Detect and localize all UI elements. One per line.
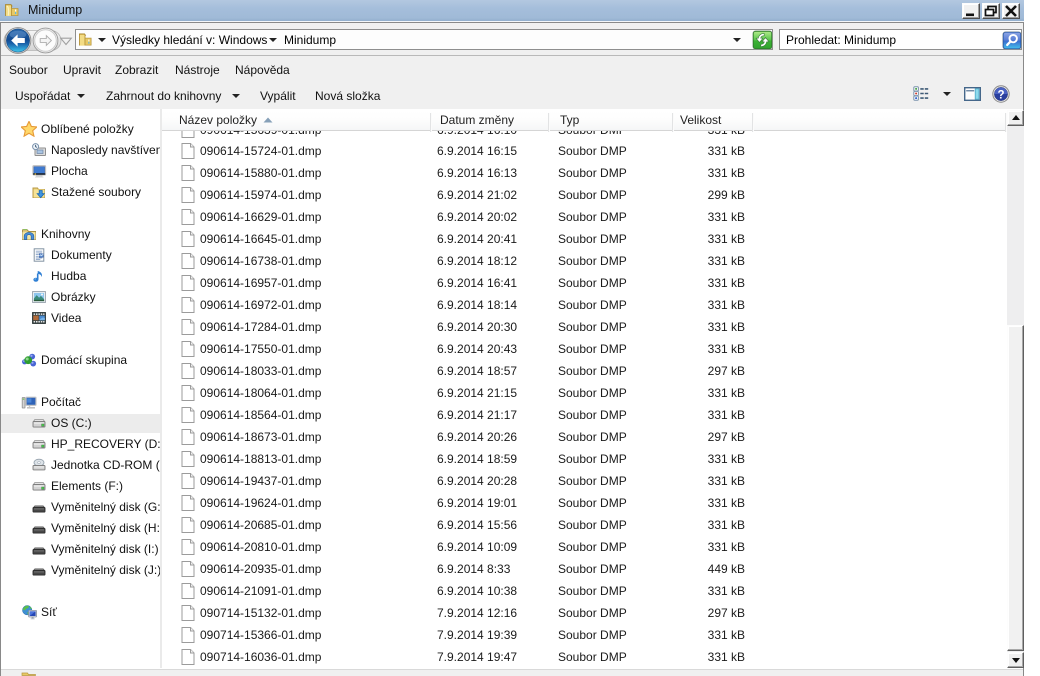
- svg-text:?: ?: [997, 89, 1004, 101]
